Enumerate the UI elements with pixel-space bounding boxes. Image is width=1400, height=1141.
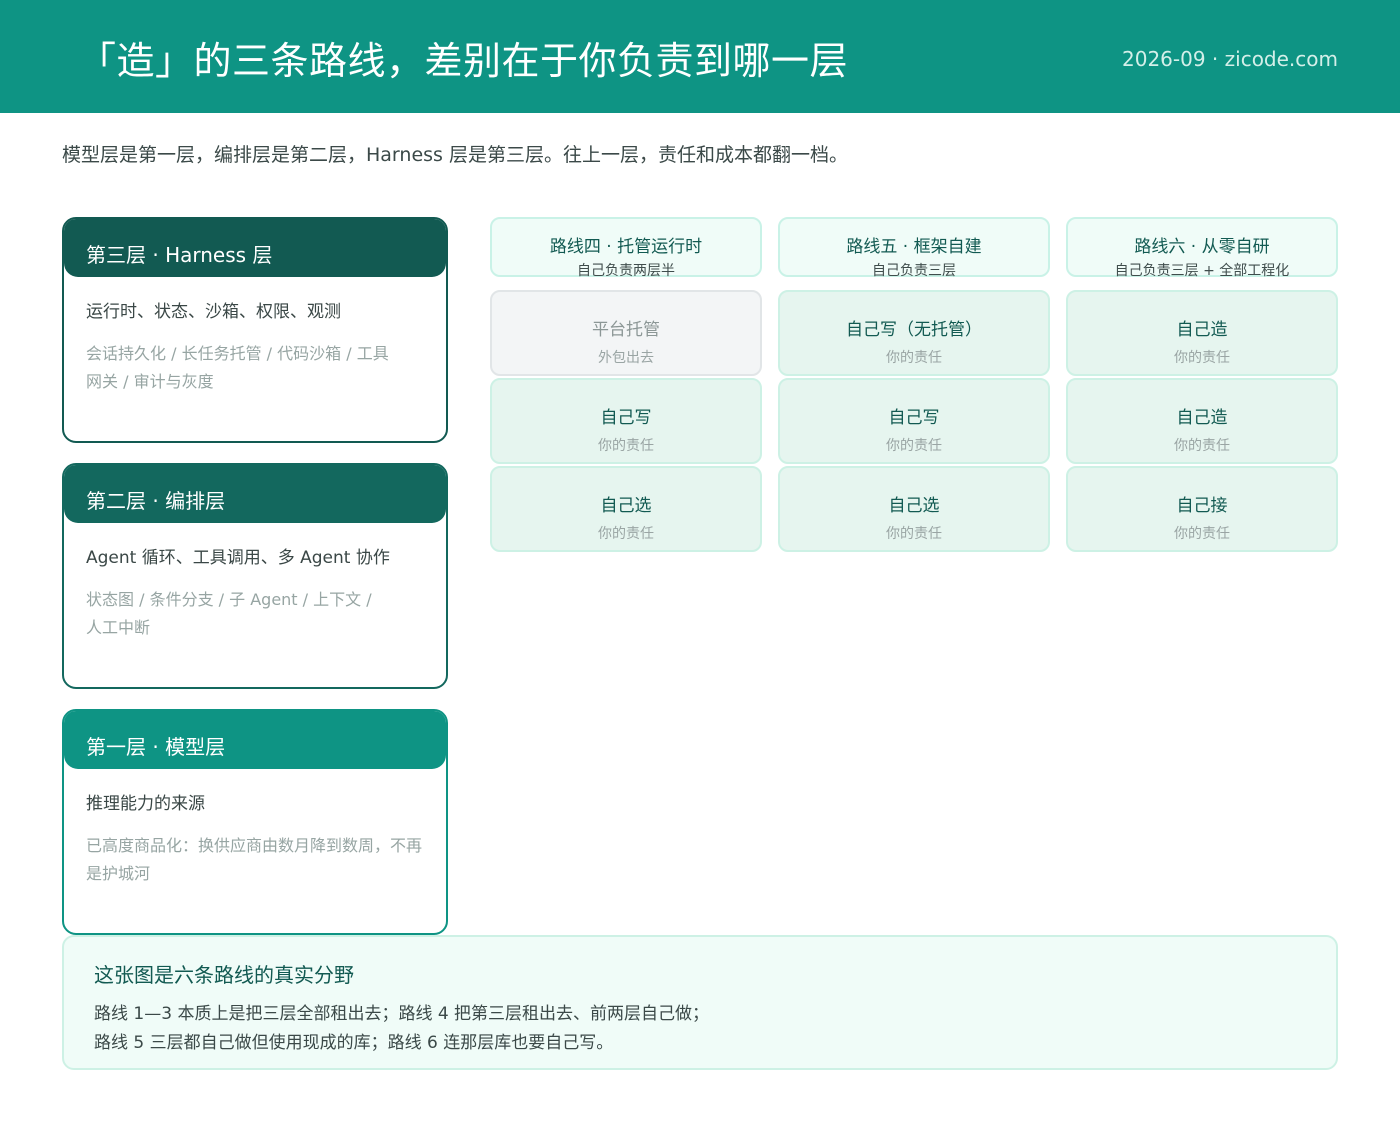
layer-detail-line: 已高度商品化：换供应商由数月降到数周，不再 [86, 836, 423, 855]
cell-subtitle: 你的责任 [886, 350, 942, 366]
cell-subtitle: 你的责任 [1174, 438, 1230, 454]
route-6-layer-3-cell: 自己造 你的责任 [1066, 290, 1338, 376]
layer-detail-line: 网关 / 审计与灰度 [86, 372, 214, 391]
layer-detail-line: 状态图 / 条件分支 / 子 Agent / 上下文 / [86, 590, 372, 609]
route-header-6: 路线六 · 从零自研 自己负责三层 + 全部工程化 [1066, 217, 1338, 279]
cell-subtitle: 你的责任 [1174, 350, 1230, 366]
route-4-layer-1-cell: 自己选 你的责任 [490, 466, 762, 552]
header-bar: 「造」的三条路线，差别在于你负责到哪一层 2026-09 · zicode.co… [0, 0, 1400, 113]
cell-subtitle: 你的责任 [886, 438, 942, 454]
layer-main-text: 运行时、状态、沙箱、权限、观测 [86, 302, 341, 322]
route-5-layer-2-cell: 自己写 你的责任 [778, 378, 1050, 464]
route-header-5: 路线五 · 框架自建 自己负责三层 [778, 217, 1050, 279]
layer-card-1: 第一层 · 模型层 推理能力的来源 已高度商品化：换供应商由数月降到数周，不再 … [62, 709, 448, 935]
route-header-4: 路线四 · 托管运行时 自己负责两层半 [490, 217, 762, 279]
route-title: 路线六 · 从零自研 [1134, 237, 1270, 257]
layer-main-text: Agent 循环、工具调用、多 Agent 协作 [86, 548, 390, 568]
layer-detail-line: 是护城河 [86, 864, 151, 883]
route-6-layer-1-cell: 自己接 你的责任 [1066, 466, 1338, 552]
route-subtitle: 自己负责两层半 [577, 263, 675, 279]
layer-heading: 第三层 · Harness 层 [64, 219, 446, 277]
layer-detail-line: 人工中断 [86, 618, 151, 637]
summary-line: 路线 1—3 本质上是把三层全部租出去；路线 4 把第三层租出去、前两层自己做； [94, 1004, 710, 1024]
route-title: 路线五 · 框架自建 [846, 237, 982, 257]
layer-heading: 第二层 · 编排层 [64, 465, 446, 523]
route-6-layer-2-cell: 自己造 你的责任 [1066, 378, 1338, 464]
cell-title: 自己选 [888, 496, 940, 516]
cell-title: 平台托管 [592, 320, 660, 340]
route-4-layer-3-cell: 平台托管 外包出去 [490, 290, 762, 376]
route-5-layer-3-cell: 自己写（无托管） 你的责任 [778, 290, 1050, 376]
header-meta: 2026-09 · zicode.com [1122, 47, 1338, 71]
summary-title: 这张图是六条路线的真实分野 [94, 963, 354, 987]
layer-card-2: 第二层 · 编排层 Agent 循环、工具调用、多 Agent 协作 状态图 /… [62, 463, 448, 689]
route-4-layer-2-cell: 自己写 你的责任 [490, 378, 762, 464]
layer-heading: 第一层 · 模型层 [64, 711, 446, 769]
route-title: 路线四 · 托管运行时 [549, 237, 703, 257]
route-5-layer-1-cell: 自己选 你的责任 [778, 466, 1050, 552]
cell-subtitle: 外包出去 [598, 350, 654, 366]
subtitle: 模型层是第一层，编排层是第二层，Harness 层是第三层。往上一层，责任和成本… [62, 144, 848, 166]
layer-detail: 已高度商品化：换供应商由数月降到数周，不再 是护城河 [86, 832, 424, 888]
cell-title: 自己造 [1176, 320, 1228, 340]
route-subtitle: 自己负责三层 + 全部工程化 [1114, 263, 1290, 279]
cell-title: 自己接 [1176, 496, 1228, 516]
cell-subtitle: 你的责任 [886, 526, 942, 542]
layer-detail: 状态图 / 条件分支 / 子 Agent / 上下文 / 人工中断 [86, 586, 424, 642]
cell-title: 自己写 [600, 408, 652, 428]
layer-detail-line: 会话持久化 / 长任务托管 / 代码沙箱 / 工具 [86, 344, 389, 363]
cell-subtitle: 你的责任 [1174, 526, 1230, 542]
layer-main-text: 推理能力的来源 [86, 794, 205, 814]
cell-subtitle: 你的责任 [598, 526, 654, 542]
cell-subtitle: 你的责任 [598, 438, 654, 454]
cell-title: 自己造 [1176, 408, 1228, 428]
cell-title: 自己选 [600, 496, 652, 516]
page-title: 「造」的三条路线，差别在于你负责到哪一层 [78, 39, 849, 83]
route-subtitle: 自己负责三层 [872, 263, 956, 279]
summary-line: 路线 5 三层都自己做但使用现成的库；路线 6 连那层库也要自己写。 [94, 1033, 614, 1053]
cell-title: 自己写（无托管） [846, 320, 982, 340]
summary-box: 这张图是六条路线的真实分野 路线 1—3 本质上是把三层全部租出去；路线 4 把… [62, 935, 1338, 1070]
layer-detail: 会话持久化 / 长任务托管 / 代码沙箱 / 工具 网关 / 审计与灰度 [86, 340, 424, 396]
layer-card-3: 第三层 · Harness 层 运行时、状态、沙箱、权限、观测 会话持久化 / … [62, 217, 448, 443]
cell-title: 自己写 [888, 408, 940, 428]
